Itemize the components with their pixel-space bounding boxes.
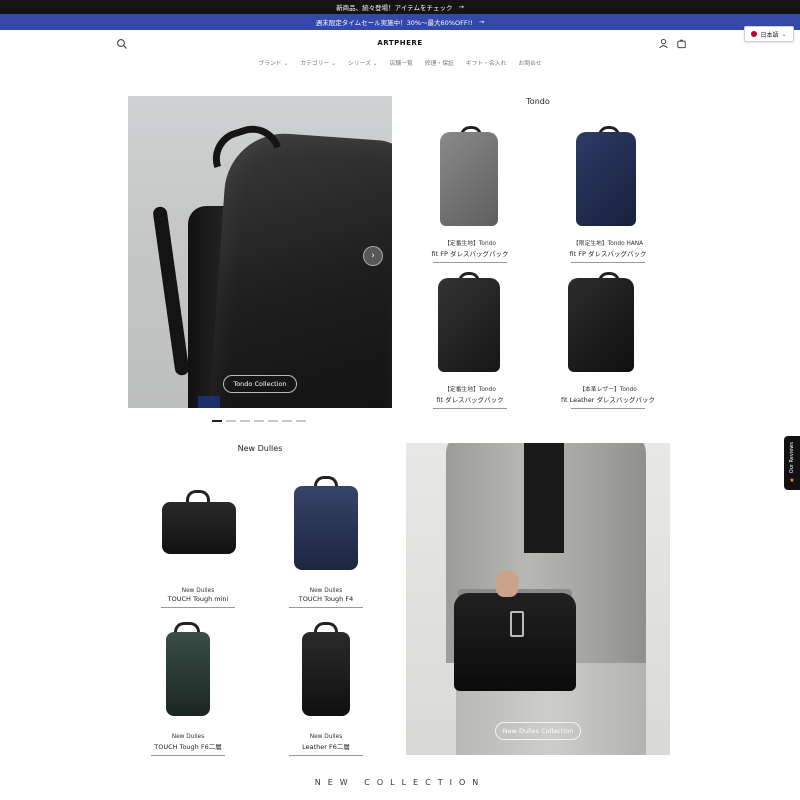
cart-icon[interactable]: [676, 38, 687, 49]
divider: [151, 755, 225, 756]
backpack-shape: [438, 278, 500, 372]
product-title[interactable]: Leather F6二層: [256, 741, 396, 751]
star-icon: ★: [789, 476, 795, 484]
slider-dot[interactable]: [296, 420, 306, 422]
product-card[interactable]: 【定番生地】Tondo fit FP ダレスバッグパック: [400, 124, 540, 263]
tondo-section-title: Tondo: [526, 97, 550, 106]
divider: [433, 408, 507, 409]
product-card[interactable]: New Dulles Leather F6二層: [256, 620, 396, 756]
reviews-label: Our Reviews: [789, 442, 795, 474]
slider-next-button[interactable]: ›: [363, 246, 383, 266]
product-title[interactable]: TOUCH Tough F4: [256, 595, 396, 603]
dulles-bag-shape: [294, 486, 358, 570]
product-image[interactable]: [400, 124, 540, 234]
arrow-right-icon: →: [478, 18, 485, 26]
product-title[interactable]: fit FP ダレスバッグパック: [538, 248, 678, 258]
backpack-shape: [568, 278, 634, 372]
slider-pagination: [212, 420, 306, 422]
announcement-bar[interactable]: 新商品、続々登場！アイテムをチェック →: [0, 0, 800, 14]
shirt-shape: [524, 443, 564, 553]
bag-handle-shape: [186, 490, 210, 502]
tondo-collection-button[interactable]: Tondo Collection: [223, 375, 297, 393]
backpack-shape: [440, 132, 498, 226]
dulles-bag-shape: [302, 632, 350, 716]
product-title[interactable]: fit Leather ダレスバッグパック: [538, 394, 678, 404]
nav-item-stores[interactable]: 店舗一覧: [390, 58, 413, 72]
dulles-collection-button[interactable]: New Dulles Collection: [495, 722, 581, 740]
arrow-right-icon: →: [458, 3, 464, 11]
product-image[interactable]: [118, 620, 258, 730]
slider-dot[interactable]: [282, 420, 292, 422]
divider: [571, 408, 645, 409]
dulles-bag-shape: [454, 593, 576, 691]
product-image[interactable]: [128, 474, 268, 584]
chevron-down-icon: ⌄: [781, 30, 787, 38]
hand-shape: [496, 571, 518, 597]
nav-item-contact[interactable]: お問合せ: [518, 58, 541, 72]
sale-banner[interactable]: 週末限定タイムセール実施中！30%〜最大60%OFF!! →: [0, 14, 800, 30]
slider-dot[interactable]: [212, 420, 222, 422]
divider: [433, 262, 507, 263]
product-card[interactable]: 【限定生地】Tondo HANA fit FP ダレスバッグパック: [538, 124, 678, 263]
language-label: 日本語: [760, 31, 779, 39]
divider: [161, 607, 235, 608]
slider-dot[interactable]: [226, 420, 236, 422]
product-card[interactable]: New Dulles TOUCH Tough F6二層: [118, 620, 258, 756]
nav-item-gift[interactable]: ギフト・名入れ: [466, 58, 507, 72]
product-subtitle: 【定番生地】Tondo: [444, 387, 496, 393]
product-card[interactable]: New Dulles TOUCH Tough F4: [256, 474, 396, 608]
backpack-blue-panel: [198, 396, 220, 408]
product-subtitle: 【定番生地】Tondo: [444, 241, 496, 247]
product-image[interactable]: [538, 124, 678, 234]
site-header: ARTPHERE: [0, 30, 800, 58]
backpack-shape: [576, 132, 636, 226]
divider: [289, 607, 363, 608]
nav-item-repair[interactable]: 修理・保証: [425, 58, 454, 72]
account-icon[interactable]: [658, 38, 669, 49]
slider-dot[interactable]: [268, 420, 278, 422]
product-subtitle: 【限定生地】Tondo HANA: [572, 241, 644, 247]
backpack-strap-shape: [152, 205, 190, 377]
product-card[interactable]: 【本革レザー】Tondo fit Leather ダレスバッグパック: [538, 270, 678, 409]
product-title[interactable]: TOUCH Tough mini: [128, 595, 268, 603]
divider: [571, 262, 645, 263]
product-title[interactable]: TOUCH Tough F6二層: [118, 741, 258, 751]
divider: [289, 755, 363, 756]
sale-text: 週末限定タイムセール実施中！30%〜最大60%OFF!!: [315, 19, 473, 27]
product-subtitle: New Dulles: [181, 588, 215, 594]
dulles-section-title: New Dulles: [237, 444, 283, 453]
product-card[interactable]: 【定番生地】Tondo fit ダレスバッグパック: [400, 270, 540, 409]
product-subtitle: New Dulles: [171, 734, 205, 740]
japan-flag-icon: [751, 31, 758, 37]
dulles-bag-shape: [162, 502, 236, 554]
product-image[interactable]: [256, 474, 396, 584]
dulles-lifestyle-image[interactable]: [406, 443, 670, 755]
slider-dot[interactable]: [254, 420, 264, 422]
product-image[interactable]: [256, 620, 396, 730]
new-collection-heading: NEW COLLECTION: [314, 778, 486, 787]
main-nav: ブランド ⌄ カテゴリー ⌄ シリーズ ⌄ 店舗一覧 修理・保証 ギフト・名入れ…: [0, 58, 800, 72]
nav-item-series[interactable]: シリーズ ⌄: [348, 58, 378, 72]
reviews-tab[interactable]: Our Reviews ★: [784, 436, 800, 490]
product-subtitle: 【本革レザー】Tondo: [579, 387, 637, 393]
product-subtitle: New Dulles: [309, 734, 343, 740]
product-title[interactable]: fit ダレスバッグパック: [400, 394, 540, 404]
product-card[interactable]: New Dulles TOUCH Tough mini: [128, 474, 268, 608]
announcement-text: 新商品、続々登場！アイテムをチェック: [336, 4, 453, 12]
dulles-bag-shape: [166, 632, 210, 716]
nav-item-category[interactable]: カテゴリー ⌄: [300, 58, 336, 72]
language-selector[interactable]: 日本語 ⌄: [744, 26, 794, 42]
hero-slide-image[interactable]: [128, 96, 392, 408]
product-image[interactable]: [538, 270, 678, 380]
bag-buckle-shape: [510, 611, 524, 637]
backpack-body-shape: [207, 129, 392, 408]
search-icon[interactable]: [116, 38, 128, 50]
slider-dot[interactable]: [240, 420, 250, 422]
product-subtitle: New Dulles: [309, 588, 343, 594]
product-title[interactable]: fit FP ダレスバッグパック: [400, 248, 540, 258]
product-image[interactable]: [400, 270, 540, 380]
nav-item-brand[interactable]: ブランド ⌄: [258, 58, 288, 72]
